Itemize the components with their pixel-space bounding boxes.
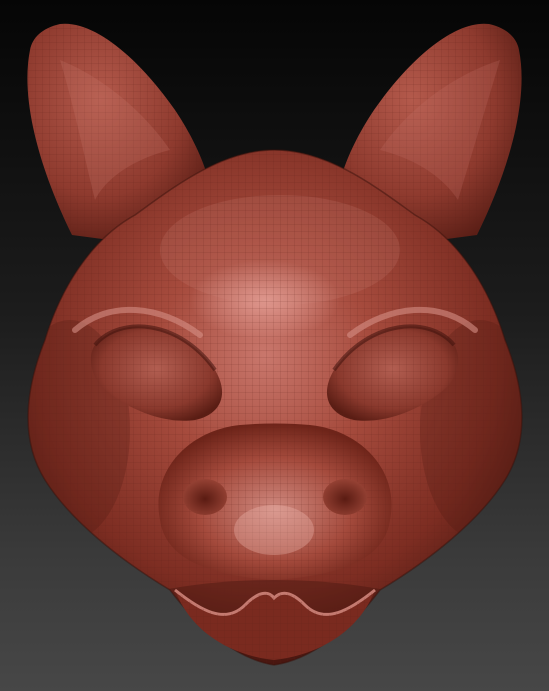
creature-mask-render [27, 23, 523, 666]
sculpt-viewport[interactable] [0, 0, 549, 691]
right-nostril [323, 479, 367, 515]
left-nostril [183, 479, 227, 515]
